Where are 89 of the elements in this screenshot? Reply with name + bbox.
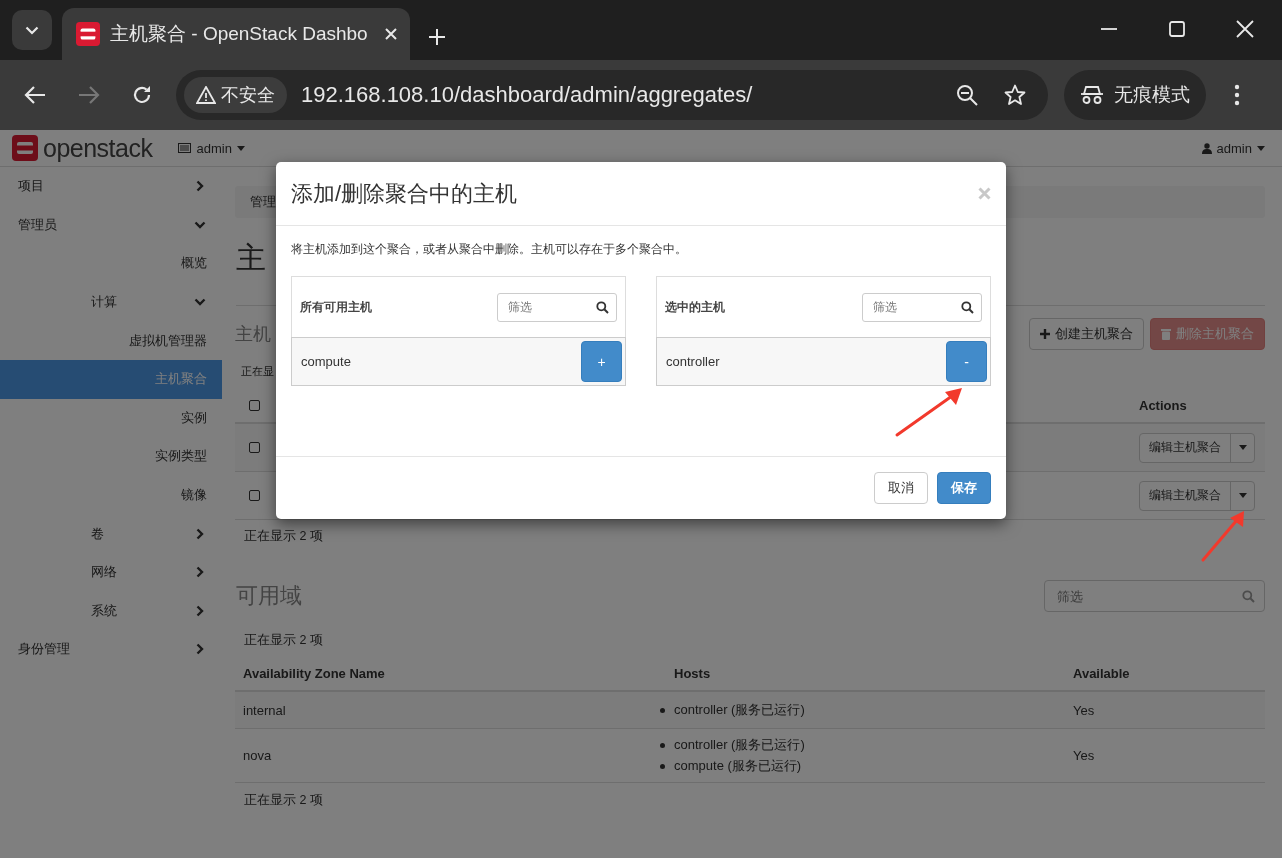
move-button[interactable]: + (581, 341, 622, 382)
close-icon[interactable] (384, 27, 398, 41)
sidebar-group[interactable]: 网络 (0, 552, 222, 592)
caret-icon (1238, 445, 1247, 450)
incognito-icon (1080, 85, 1104, 105)
back-icon[interactable] (24, 85, 46, 105)
save-button[interactable]: 保存 (937, 472, 991, 504)
host-name: controller (666, 354, 721, 369)
checkbox[interactable] (249, 399, 260, 411)
edit-button[interactable]: 编辑主机聚合 (1140, 433, 1230, 462)
arrow-drawing (1201, 511, 1244, 562)
section-title: 可用域 (236, 582, 302, 610)
table-cell: nova (243, 748, 272, 763)
edit-split-button[interactable]: 编辑主机聚合 (1139, 432, 1255, 463)
checkbox[interactable] (249, 442, 260, 453)
security-chip[interactable]: 不安全 (184, 77, 287, 113)
table-cell: internal (243, 702, 286, 718)
host-name: compute (301, 354, 352, 369)
zoom-icon[interactable] (956, 84, 978, 106)
url-text: 192.168.108.10/dashboard/admin/aggregates/ (301, 82, 754, 108)
caret-icon (1238, 493, 1247, 498)
sidebar-group[interactable]: 管理员 (0, 205, 222, 245)
project-menu[interactable]: admin (178, 140, 245, 156)
menu-icon[interactable] (1234, 84, 1240, 106)
create-button[interactable]: 创建主机聚合 (1029, 318, 1144, 350)
list-icon (178, 143, 192, 153)
caret-icon (1257, 145, 1265, 151)
user-icon (1201, 142, 1212, 154)
sidebar-group[interactable]: 项目 (0, 167, 222, 206)
brand-name: openstack (43, 133, 153, 163)
close-icon[interactable] (1236, 20, 1254, 38)
table-cell: controller (服务已运行) (674, 736, 805, 754)
table-cell: compute (服务已运行) (674, 757, 802, 775)
sidebar-item[interactable]: 镜像 (0, 475, 222, 515)
incognito-button[interactable]: 无痕模式 (1064, 70, 1206, 120)
sidebar-group[interactable]: 计算 (0, 282, 222, 322)
chevron-down-icon (25, 25, 39, 35)
move-button[interactable]: - (946, 341, 987, 382)
address-bar[interactable]: 不安全 192.168.108.10/dashboard/admin/aggregates/ (176, 70, 1048, 120)
modal-title: 添加/删除聚合中的主机 (291, 179, 519, 208)
new-tab-icon[interactable] (428, 28, 446, 46)
sidebar-item[interactable]: 实例类型 (0, 437, 222, 476)
column-header: Availability Zone Name (243, 665, 385, 681)
table-cell: Yes (1073, 748, 1095, 763)
modal-description: 将主机添加到这个聚合，或者从聚合中删除。主机可以存在于多个聚合中。 (291, 241, 688, 258)
search-icon (1242, 589, 1255, 603)
tab-search-button[interactable] (12, 10, 52, 50)
list-bullet (660, 763, 665, 769)
sidebar-item[interactable]: 虚拟机管理器 (0, 321, 222, 360)
item-count: 正在显示 2 项 (244, 527, 323, 545)
column-header: Actions (1139, 397, 1187, 413)
logo-icon (12, 135, 38, 161)
column-header: Available (1073, 665, 1130, 681)
forward-icon[interactable] (78, 85, 100, 105)
plus-icon (1040, 329, 1050, 339)
reload-icon[interactable] (132, 85, 152, 105)
table-cell: controller (服务已运行) (674, 701, 805, 719)
column-header: Hosts (674, 665, 711, 681)
item-count: 正在显 (241, 365, 274, 379)
sidebar-group[interactable]: 身份管理 (0, 630, 222, 669)
user-menu[interactable]: admin (1201, 140, 1265, 156)
tab-title: 主机聚合 - OpenStack Dashbo (110, 22, 369, 46)
breadcrumb-link[interactable]: 管理 (250, 193, 276, 211)
filter-field[interactable]: 筛选 (862, 292, 982, 322)
maximize-icon[interactable] (1168, 20, 1186, 38)
sidebar-item[interactable]: 概览 (0, 244, 222, 283)
checkbox[interactable] (249, 490, 260, 501)
search-icon (961, 300, 974, 314)
cancel-button[interactable]: 取消 (874, 472, 928, 504)
filter-field[interactable]: 筛选 (1044, 580, 1265, 612)
logo-icon (76, 22, 100, 46)
star-icon[interactable] (1004, 84, 1026, 106)
edit-split-button[interactable]: 编辑主机聚合 (1139, 480, 1255, 511)
warning-icon (196, 86, 216, 104)
arrow-drawing (895, 388, 962, 437)
search-icon (596, 300, 609, 314)
list-bullet (660, 707, 665, 713)
browser-tab[interactable]: 主机聚合 - OpenStack Dashbo (62, 8, 410, 60)
filter-field[interactable]: 筛选 (497, 292, 617, 322)
section-title: 主机 (235, 323, 271, 346)
caret-icon (236, 145, 245, 151)
sidebar-group[interactable]: 卷 (0, 514, 222, 553)
sidebar-group[interactable]: 系统 (0, 591, 222, 631)
list-bullet (660, 742, 665, 748)
edit-button[interactable]: 编辑主机聚合 (1140, 481, 1230, 510)
item-count: 正在显示 2 项 (244, 791, 323, 809)
sidebar-item[interactable]: 主机聚合 (0, 359, 222, 399)
table-cell: Yes (1073, 702, 1095, 718)
item-count: 正在显示 2 项 (244, 631, 323, 649)
